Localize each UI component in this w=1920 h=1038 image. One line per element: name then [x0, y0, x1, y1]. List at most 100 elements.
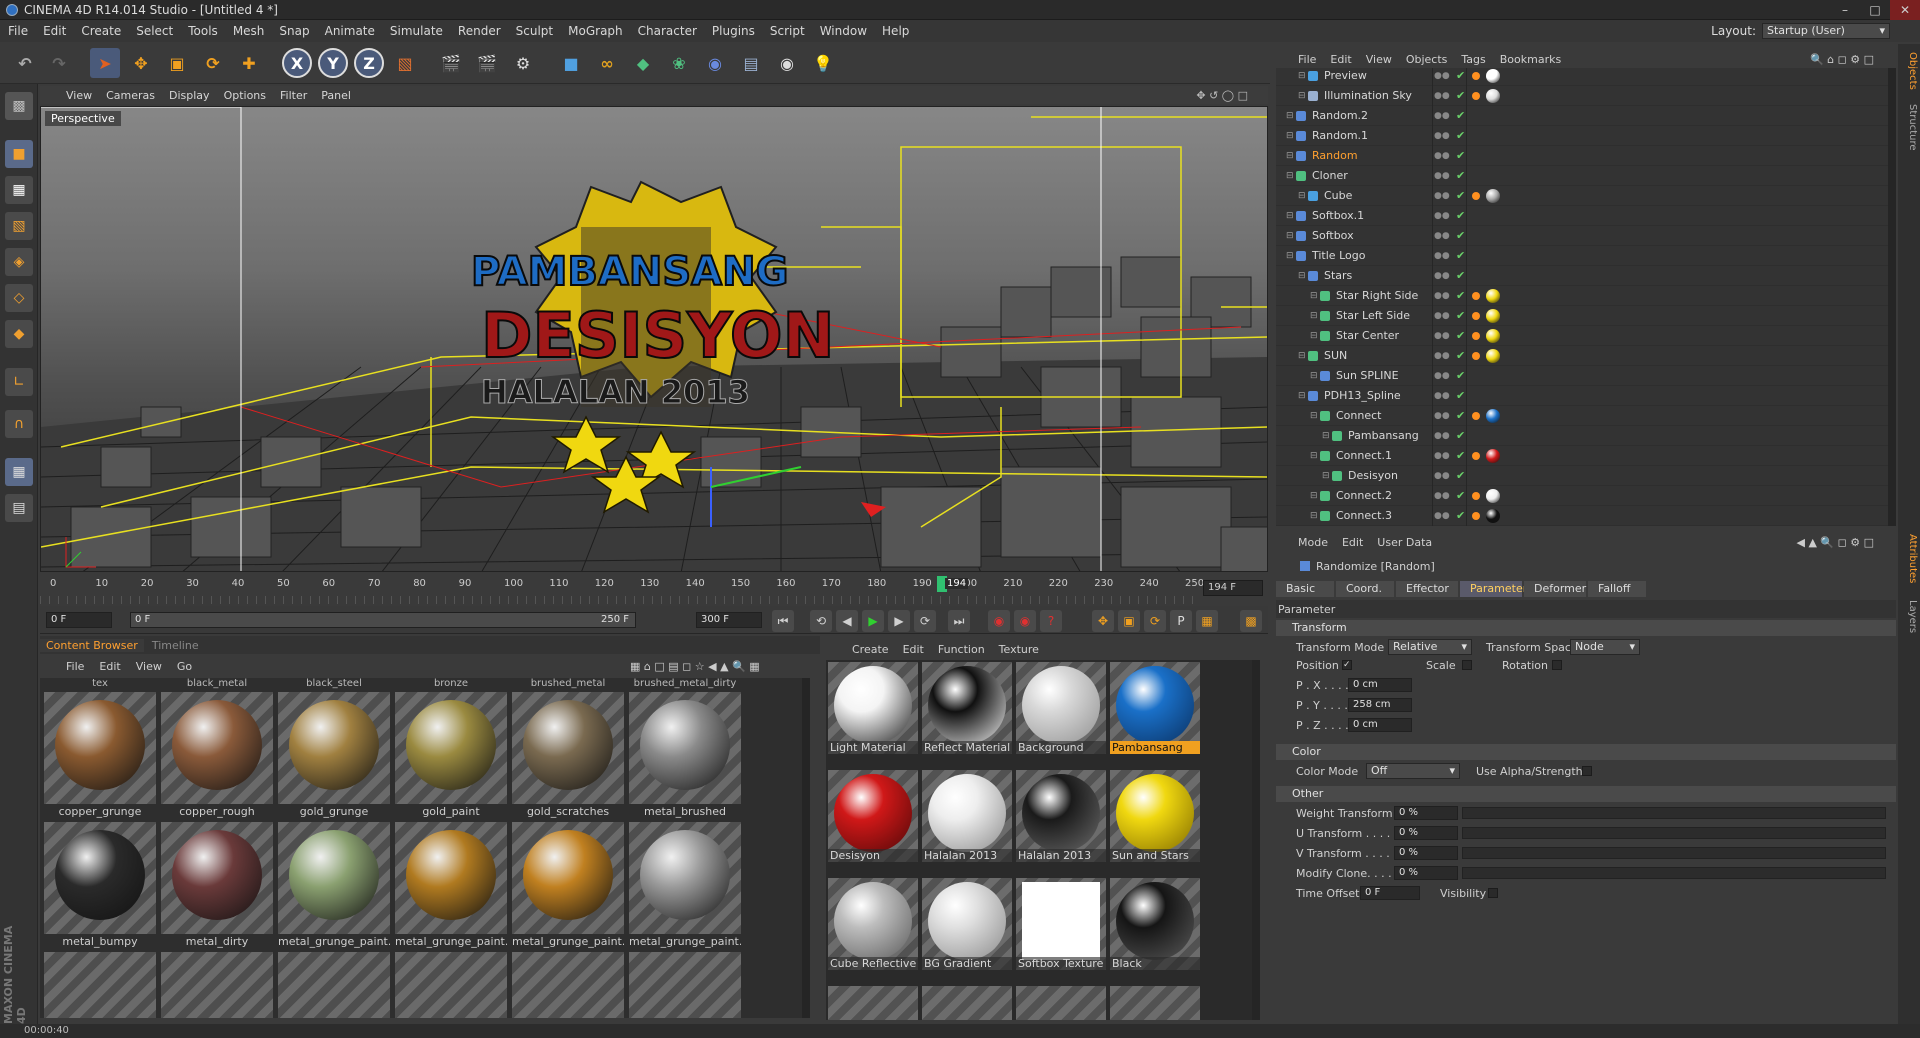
visibility-dots-icon[interactable]: ●●: [1434, 351, 1450, 361]
obj-menu-tags[interactable]: Tags: [1461, 53, 1485, 66]
cb-material-thumb[interactable]: gold_scratches: [512, 692, 624, 818]
obj-menu-edit[interactable]: Edit: [1330, 53, 1351, 66]
add-icon[interactable]: ✚: [234, 48, 264, 78]
expand-icon[interactable]: ⊟: [1286, 111, 1294, 121]
object-row[interactable]: ⊟ Star Left Side ●● ✔: [1276, 306, 1888, 326]
object-row[interactable]: ⊟ Random.2 ●● ✔: [1276, 106, 1888, 126]
visibility-dots-icon[interactable]: ●●: [1434, 331, 1450, 341]
key-scale-icon[interactable]: ▣: [1118, 610, 1140, 632]
viewport-nav-icons[interactable]: ✥ ↺ ◯ □: [1196, 89, 1248, 102]
visibility-dots-icon[interactable]: ●●: [1434, 291, 1450, 301]
expand-icon[interactable]: ⊟: [1298, 191, 1306, 201]
enabled-check-icon[interactable]: ✔: [1456, 129, 1465, 142]
texture-tag-icon[interactable]: [1472, 511, 1480, 520]
object-name[interactable]: SUN: [1324, 349, 1347, 362]
expand-icon[interactable]: ⊟: [1310, 331, 1318, 341]
visibility-dots-icon[interactable]: ●●: [1434, 311, 1450, 321]
rotate-icon[interactable]: ⟳: [198, 48, 228, 78]
object-name[interactable]: Cloner: [1312, 169, 1348, 182]
material-thumb[interactable]: [1110, 986, 1200, 1020]
expand-icon[interactable]: ⊟: [1310, 311, 1318, 321]
timeline-ruler[interactable]: 0 10 20 30 40 50 60 70 80 90 100 110 120 130 140 150 160…: [40, 574, 1268, 606]
locked-workplane-icon[interactable]: ▤: [5, 494, 33, 522]
object-name[interactable]: Sun SPLINE: [1336, 369, 1399, 382]
tab-content-browser[interactable]: Content Browser: [40, 638, 144, 652]
menu-sculpt[interactable]: Sculpt: [516, 24, 553, 38]
previous-key-icon[interactable]: ⟲: [810, 610, 832, 632]
material-thumb[interactable]: BG Gradient: [922, 878, 1012, 970]
camera-icon[interactable]: ◉: [772, 48, 802, 78]
texture-tag-icon[interactable]: [1472, 351, 1480, 360]
material-thumb[interactable]: Halalan 2013: [922, 770, 1012, 862]
expand-icon[interactable]: ⊟: [1322, 471, 1330, 481]
enabled-check-icon[interactable]: ✔: [1456, 69, 1465, 82]
color-mode-select[interactable]: Off ▾: [1366, 763, 1460, 779]
enabled-check-icon[interactable]: ✔: [1456, 349, 1465, 362]
material-tag-icon[interactable]: [1486, 348, 1500, 363]
make-editable-icon[interactable]: ▩: [5, 92, 33, 120]
tab-falloff[interactable]: Falloff: [1588, 581, 1646, 597]
texture-tag-icon[interactable]: [1472, 451, 1480, 460]
expand-icon[interactable]: ⊟: [1310, 371, 1318, 381]
obj-toolbar-icons[interactable]: 🔍 ⌂ ◻ ⚙ □: [1810, 53, 1874, 66]
start-frame-field[interactable]: 0 F: [46, 612, 112, 628]
content-browser-grid[interactable]: tex black_metal black_steel bronze brushed_m…: [40, 678, 810, 1018]
expand-icon[interactable]: ⊟: [1322, 431, 1330, 441]
visibility-dots-icon[interactable]: ●●: [1434, 91, 1450, 101]
3d-viewport[interactable]: PAMBANSANG DESISYON HALALAN 2013 Perspec…: [40, 106, 1268, 572]
next-frame-icon[interactable]: ▶: [888, 610, 910, 632]
expand-icon[interactable]: ⊟: [1298, 71, 1306, 81]
visibility-dots-icon[interactable]: ●●: [1434, 131, 1450, 141]
object-row[interactable]: ⊟ Cube ●● ✔: [1276, 186, 1888, 206]
material-tag-icon[interactable]: [1486, 328, 1500, 343]
cb-material-thumb[interactable]: metal_dirty: [161, 822, 273, 948]
menu-select[interactable]: Select: [136, 24, 173, 38]
menu-tools[interactable]: Tools: [188, 24, 218, 38]
mat-menu-texture[interactable]: Texture: [999, 643, 1039, 656]
menu-character[interactable]: Character: [638, 24, 697, 38]
menu-mograph[interactable]: MoGraph: [568, 24, 623, 38]
keyframe-selection-icon[interactable]: ?: [1040, 610, 1062, 632]
cb-material-thumb[interactable]: [512, 952, 624, 1018]
cb-material-thumb[interactable]: gold_paint: [395, 692, 507, 818]
live-selection-icon[interactable]: ➤: [90, 48, 120, 78]
enabled-check-icon[interactable]: ✔: [1456, 189, 1465, 202]
obj-menu-view[interactable]: View: [1366, 53, 1392, 66]
time-offset-field[interactable]: 0 F: [1360, 886, 1420, 900]
object-row[interactable]: ⊟ Softbox ●● ✔: [1276, 226, 1888, 246]
material-thumb[interactable]: [922, 986, 1012, 1020]
cb-material-thumb[interactable]: copper_grunge: [44, 692, 156, 818]
texture-tag-icon[interactable]: [1472, 331, 1480, 340]
y-axis-icon[interactable]: Y: [318, 48, 348, 78]
expand-icon[interactable]: ⊟: [1286, 151, 1294, 161]
material-tag-icon[interactable]: [1486, 488, 1500, 503]
polygons-mode-icon[interactable]: ◆: [5, 320, 33, 348]
render-picture-viewer-icon[interactable]: 🎬: [472, 48, 502, 78]
texture-mode-icon[interactable]: ▦: [5, 176, 33, 204]
material-thumb[interactable]: [1016, 986, 1106, 1020]
object-row[interactable]: ⊟ SUN ●● ✔: [1276, 346, 1888, 366]
object-row[interactable]: ⊟ Random.1 ●● ✔: [1276, 126, 1888, 146]
cube-icon[interactable]: ■: [556, 48, 586, 78]
visibility-dots-icon[interactable]: ●●: [1434, 511, 1450, 521]
object-name[interactable]: Random.2: [1312, 109, 1368, 122]
attr-menu-edit[interactable]: Edit: [1342, 536, 1363, 549]
expand-icon[interactable]: ⊟: [1310, 451, 1318, 461]
render-settings-icon[interactable]: ⚙: [508, 48, 538, 78]
visibility-dots-icon[interactable]: ●●: [1434, 151, 1450, 161]
menu-help[interactable]: Help: [882, 24, 909, 38]
object-row[interactable]: ⊟ Softbox.1 ●● ✔: [1276, 206, 1888, 226]
move-icon[interactable]: ✥: [126, 48, 156, 78]
spline-icon[interactable]: ∞: [592, 48, 622, 78]
object-name[interactable]: Pambansang: [1348, 429, 1419, 442]
texture-tag-icon[interactable]: [1472, 191, 1480, 200]
object-row[interactable]: ⊟ PDH13_Spline ●● ✔: [1276, 386, 1888, 406]
object-row[interactable]: ⊟ Title Logo ●● ✔: [1276, 246, 1888, 266]
obj-menu-objects[interactable]: Objects: [1406, 53, 1448, 66]
tab-parameter[interactable]: Parameter: [1460, 581, 1527, 597]
visibility-dots-icon[interactable]: ●●: [1434, 411, 1450, 421]
material-thumb[interactable]: Pambansang: [1110, 662, 1200, 754]
object-row[interactable]: ⊟ Star Right Side ●● ✔: [1276, 286, 1888, 306]
expand-icon[interactable]: ⊟: [1298, 91, 1306, 101]
modify-slider[interactable]: [1462, 867, 1886, 879]
